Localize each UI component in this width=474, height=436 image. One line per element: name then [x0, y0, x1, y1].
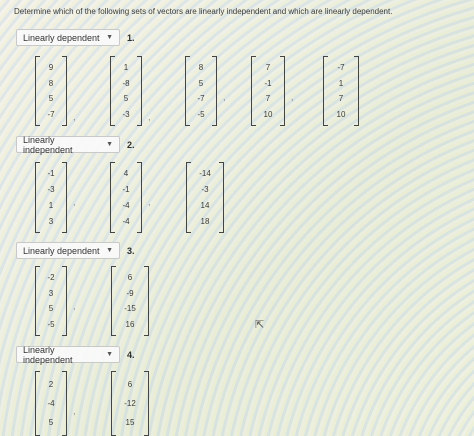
vector-entry: -8 [122, 78, 130, 88]
answer-dropdown-4[interactable]: Linearly independent ▼ [16, 344, 120, 365]
vector-entry: -7 [337, 63, 345, 73]
vector-entry: -3 [47, 185, 55, 195]
chevron-down-icon: ▼ [106, 34, 113, 41]
vector-entry: 5 [48, 304, 54, 314]
answer-dropdown-1[interactable]: Linearly dependent ▼ [16, 29, 120, 46]
vector-entry: 18 [200, 216, 210, 226]
vector-entry: 15 [125, 418, 135, 427]
vector: 7 -1 7 10 [251, 56, 285, 126]
vector: 1 -8 5 -3 [110, 56, 142, 126]
vector-entry: -3 [122, 109, 130, 119]
vector-entry: -4 [122, 200, 130, 210]
vector: 9 8 5 -7 [35, 56, 67, 126]
vector-entry: 5 [123, 94, 129, 104]
vector-entry: -1 [47, 169, 55, 179]
question-4: Linearly independent ▼ 4. [16, 344, 135, 365]
vector: -7 1 7 10 [323, 56, 359, 126]
vector-entry: 7 [265, 94, 271, 104]
vector-entry: -15 [124, 304, 136, 314]
vector-entry: -4 [122, 216, 130, 226]
vector-entry: 7 [265, 63, 271, 73]
mouse-cursor-icon: ⇱ [255, 319, 265, 331]
vector-entry: 10 [336, 109, 346, 119]
vector-entry: 7 [338, 94, 344, 104]
vector-entry: 8 [48, 78, 54, 88]
vector-entry: -4 [47, 399, 55, 408]
vector-entry: 1 [123, 63, 129, 73]
chevron-down-icon: ▼ [106, 351, 113, 358]
vector-entry: 6 [127, 273, 133, 283]
question-3: Linearly dependent ▼ 3. [16, 242, 135, 259]
chevron-down-icon: ▼ [106, 247, 113, 254]
vector: 6 -9 -15 16 [111, 266, 149, 336]
vector-entry: 5 [48, 418, 54, 427]
dropdown-value: Linearly dependent [23, 32, 100, 43]
vector-entry: 14 [200, 200, 210, 210]
vector-set-3: -2 3 5 -5 , 6 -9 -15 16 [35, 266, 149, 336]
chevron-down-icon: ▼ [106, 141, 113, 148]
vector: -1 -3 1 3 [35, 162, 67, 233]
vector-entry: -1 [264, 78, 272, 88]
vector-entry: 10 [263, 109, 273, 119]
question-1: Linearly dependent ▼ 1. [16, 29, 135, 46]
vector-entry: -9 [126, 288, 134, 298]
vector-entry: 6 [127, 380, 133, 389]
vector-set-4: 2 -4 5 , 6 -12 15 [35, 371, 149, 436]
vector-entry: -5 [197, 109, 205, 119]
vector-entry: 1 [48, 200, 54, 210]
vector-entry: 5 [48, 94, 54, 104]
vector-entry: -14 [199, 169, 211, 179]
vector-entry: -1 [122, 185, 130, 195]
vector-entry: 8 [198, 63, 204, 73]
question-number: 3. [127, 245, 135, 256]
question-number: 2. [127, 139, 135, 150]
answer-dropdown-3[interactable]: Linearly dependent ▼ [16, 242, 120, 259]
dropdown-value: Linearly dependent [23, 245, 100, 256]
question-2: Linearly independent ▼ 2. [16, 134, 135, 155]
vector-entry: -2 [47, 273, 55, 283]
answer-dropdown-2[interactable]: Linearly independent ▼ [16, 134, 120, 155]
vector-entry: 4 [123, 169, 129, 179]
vector-entry: -5 [47, 319, 55, 329]
vector-entry: 5 [198, 78, 204, 88]
vector-entry: -7 [197, 94, 205, 104]
vector-entry: 3 [48, 216, 54, 226]
vector: -2 3 5 -5 [35, 266, 67, 336]
vector-entry: 2 [48, 380, 54, 389]
question-number: 1. [127, 32, 135, 43]
vector-entry: 3 [48, 288, 54, 298]
dropdown-value: Linearly independent [23, 344, 73, 365]
instructions-text: Determine which of the following sets of… [14, 7, 393, 16]
vector-entry: -3 [201, 185, 209, 195]
vector-entry: 1 [338, 78, 344, 88]
question-panel: Determine which of the following sets of… [0, 0, 474, 436]
vector-set-2: -1 -3 1 3 , 4 -1 -4 -4 , -14 -3 14 18 [35, 162, 224, 233]
vector: 6 -12 15 [111, 371, 149, 436]
dropdown-value: Linearly independent [23, 134, 73, 155]
vector: 8 5 -7 -5 [185, 56, 217, 126]
vector-entry: 16 [125, 319, 135, 329]
question-number: 4. [127, 349, 135, 360]
vector-entry: -12 [124, 399, 136, 408]
vector-set-1: 9 8 5 -7 , 1 -8 5 -3 , 8 5 -7 -5 , 7 -1 … [35, 56, 359, 126]
vector-entry: 9 [48, 63, 54, 73]
vector: -14 -3 14 18 [186, 162, 224, 233]
vector: 4 -1 -4 -4 [110, 162, 142, 233]
vector: 2 -4 5 [35, 371, 67, 436]
vector-entry: -7 [47, 109, 55, 119]
